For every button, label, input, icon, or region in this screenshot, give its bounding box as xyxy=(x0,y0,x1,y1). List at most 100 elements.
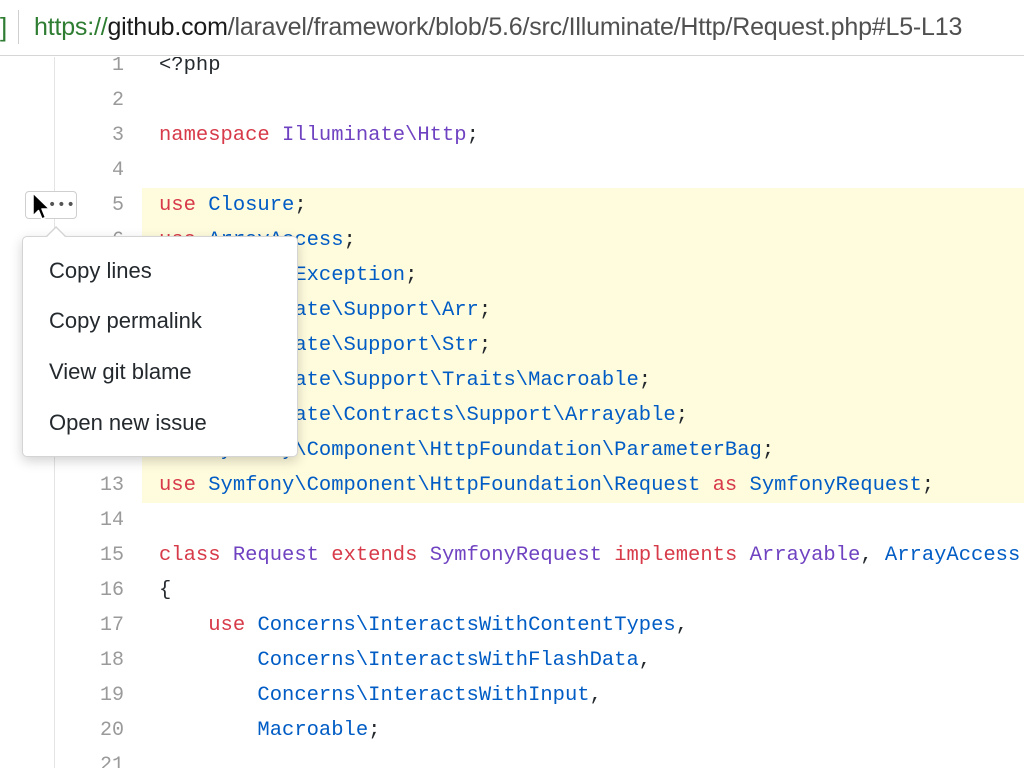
menu-item-copy-lines[interactable]: Copy lines xyxy=(23,246,297,296)
line-number[interactable]: 17 xyxy=(64,608,124,643)
code-token: Closure xyxy=(208,194,295,217)
code-line: 3 namespace Illuminate\Http; xyxy=(0,118,1024,153)
code-token: Request xyxy=(232,544,319,567)
code-token: ; xyxy=(405,264,418,287)
code-token: class xyxy=(159,544,221,567)
code-text: class Request extends SymfonyRequest imp… xyxy=(159,538,1020,573)
code-token: , xyxy=(675,614,689,637)
code-line: 19 Concerns\InteractsWithInput, xyxy=(0,678,1024,713)
line-number[interactable]: 2 xyxy=(64,83,124,118)
menu-caret-fill xyxy=(46,228,66,238)
code-token: Concerns\InteractsWithContentTypes xyxy=(257,614,676,637)
line-number[interactable]: 3 xyxy=(64,118,124,153)
code-token: SymfonyRequest xyxy=(429,544,602,567)
url-path: /laravel/framework/blob/5.6/src/Illumina… xyxy=(227,13,963,41)
line-number[interactable]: 15 xyxy=(64,538,124,573)
code-token: ; xyxy=(478,299,492,322)
line-number[interactable]: 13 xyxy=(64,468,124,503)
url-text[interactable]: https://github.com/laravel/framework/blo… xyxy=(34,13,962,42)
url-scheme: https:// xyxy=(34,13,108,41)
code-token: extends xyxy=(331,544,418,567)
code-token: , xyxy=(860,544,885,567)
browser-address-bar[interactable]: ] https://github.com/laravel/framework/b… xyxy=(0,0,1024,56)
code-token: ; xyxy=(368,719,381,742)
code-token: ; xyxy=(478,334,492,357)
code-line: 4 xyxy=(0,153,1024,188)
code-token: Symfony\Component\HttpFoundation\Request xyxy=(208,474,701,497)
url-host: github.com xyxy=(107,13,228,41)
code-token: { xyxy=(159,579,172,602)
code-token: ; xyxy=(294,194,307,217)
code-token: ; xyxy=(343,229,356,252)
code-token: ; xyxy=(638,369,652,392)
code-line: 5 use Closure; xyxy=(0,188,1024,223)
code-token: <?php xyxy=(159,57,221,77)
code-text: Concerns\InteractsWithInput, xyxy=(159,678,602,713)
code-token: ; xyxy=(761,439,775,462)
code-text: namespace Illuminate\Http; xyxy=(159,118,479,153)
code-text: <?php xyxy=(159,57,221,83)
code-token: ArrayAccess xyxy=(884,544,1021,567)
code-token: Concerns\InteractsWithFlashData xyxy=(257,649,639,672)
code-line: 16 { xyxy=(0,573,1024,608)
code-line: 18 Concerns\InteractsWithFlashData, xyxy=(0,643,1024,678)
code-text: Concerns\InteractsWithFlashData, xyxy=(159,643,651,678)
code-text: use Closure; xyxy=(159,188,307,223)
code-token: , xyxy=(638,649,652,672)
code-token: ; xyxy=(675,404,689,427)
code-line: 17 use Concerns\InteractsWithContentType… xyxy=(0,608,1024,643)
line-number[interactable]: 21 xyxy=(64,748,124,768)
code-line: 14 xyxy=(0,503,1024,538)
code-text: use Symfony\Component\HttpFoundation\Req… xyxy=(159,468,934,503)
line-number[interactable]: 1 xyxy=(64,57,124,83)
code-token: as xyxy=(712,474,738,497)
menu-item-open-new-issue[interactable]: Open new issue xyxy=(23,398,297,448)
menu-item-view-git-blame[interactable]: View git blame xyxy=(23,347,297,397)
code-token: Macroable xyxy=(257,719,369,742)
code-token: use xyxy=(208,614,246,637)
line-number[interactable]: 19 xyxy=(64,678,124,713)
code-token: Concerns\InteractsWithInput xyxy=(257,684,590,707)
code-text: use Concerns\InteractsWithContentTypes, xyxy=(159,608,688,643)
url-divider xyxy=(18,10,19,44)
code-line: 13 use Symfony\Component\HttpFoundation\R… xyxy=(0,468,1024,503)
code-token: , xyxy=(589,684,602,707)
code-token: use xyxy=(159,194,196,217)
code-line: 21 xyxy=(0,748,1024,768)
mouse-pointer-icon xyxy=(32,192,51,220)
line-number[interactable]: 14 xyxy=(64,503,124,538)
code-token: SymfonyRequest xyxy=(749,474,922,497)
code-token: Arrayable xyxy=(749,544,861,567)
line-number[interactable]: 18 xyxy=(64,643,124,678)
code-line: 20 Macroable; xyxy=(0,713,1024,748)
code-text: { xyxy=(159,573,171,608)
code-token: implements xyxy=(614,544,738,567)
url-bracket: ] xyxy=(0,12,8,42)
menu-item-copy-permalink[interactable]: Copy permalink xyxy=(23,296,297,346)
code-token: ; xyxy=(466,124,479,147)
code-token: use xyxy=(159,474,196,497)
code-token: namespace xyxy=(159,124,270,147)
code-token: Illuminate\Http xyxy=(282,124,467,147)
line-number[interactable]: 20 xyxy=(64,713,124,748)
code-token: ; xyxy=(921,474,935,497)
code-line: 1 <?php xyxy=(0,57,1024,83)
line-actions-menu: Copy lines Copy permalink View git blame… xyxy=(22,226,298,457)
line-number[interactable]: 16 xyxy=(64,573,124,608)
line-number[interactable]: 4 xyxy=(64,153,124,188)
code-text: Macroable; xyxy=(159,713,380,748)
